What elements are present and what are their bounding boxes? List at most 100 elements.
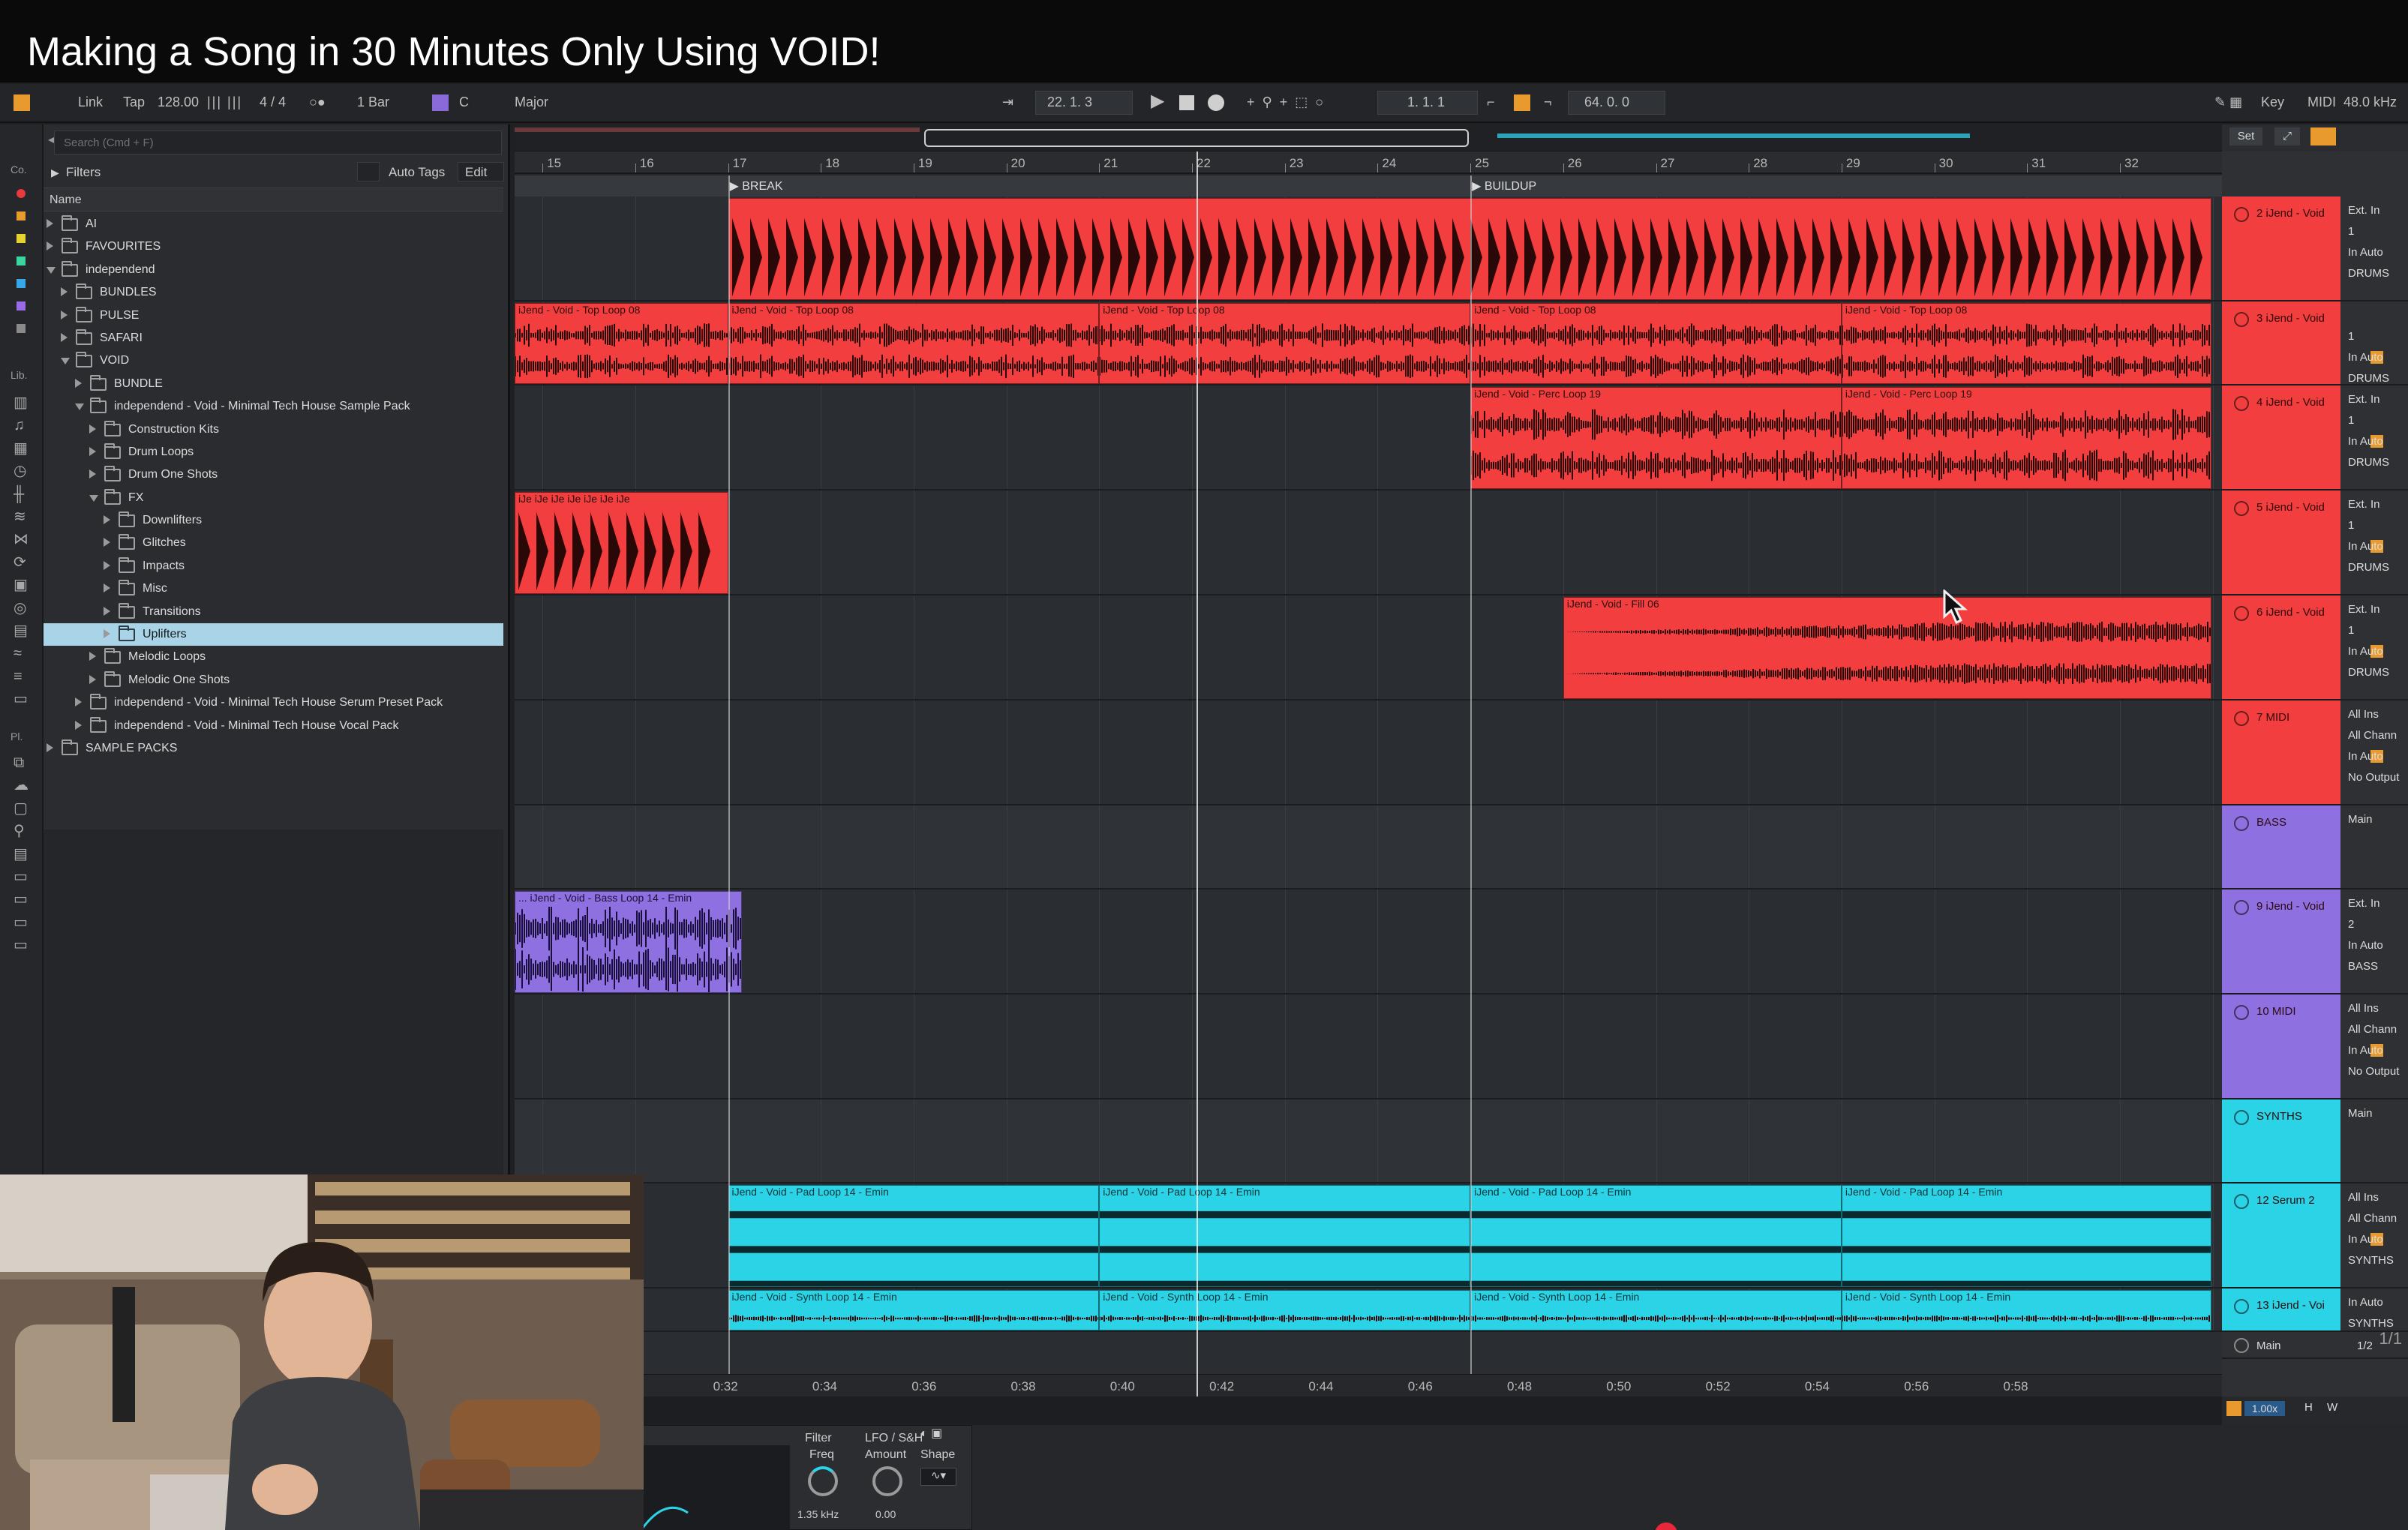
io-field[interactable]: In Auto [2348, 1233, 2383, 1246]
midi-map-button[interactable]: MIDI [2307, 94, 2336, 110]
key-map-button[interactable]: Key [2261, 94, 2284, 110]
collapsed-arrow-icon[interactable] [61, 310, 68, 320]
browser-item[interactable]: Downlifters [44, 509, 503, 532]
io-field[interactable]: DRUMS [2348, 372, 2389, 385]
set-button[interactable]: Set [2229, 128, 2262, 146]
metronome-toggle-icon[interactable]: ○● [309, 94, 326, 110]
locator-marker[interactable]: ▶ BREAK [730, 178, 783, 194]
io-field[interactable]: All Chann [2348, 1023, 2397, 1036]
io-field[interactable]: All Chann [2348, 729, 2397, 742]
collapsed-arrow-icon[interactable] [75, 378, 82, 388]
amount-knob[interactable] [872, 1466, 902, 1496]
browser-item[interactable]: SAFARI [44, 327, 503, 350]
track-lane[interactable] [515, 994, 2222, 1100]
group-fold-icon[interactable] [2234, 816, 2249, 831]
collection-red-icon[interactable] [17, 189, 26, 198]
browser-toggle-icon[interactable] [14, 94, 30, 111]
tempo-field[interactable]: 128.00 [158, 94, 199, 110]
track-fold-icon[interactable] [2234, 312, 2249, 327]
audio-clip[interactable]: iJe iJe iJe iJe iJe iJe iJe [515, 492, 728, 594]
collapsed-arrow-icon[interactable] [47, 742, 53, 752]
scale-mode-icon[interactable] [432, 94, 449, 111]
io-field[interactable]: BASS [2348, 960, 2378, 973]
track-name[interactable]: 5 iJend - Void [2256, 501, 2325, 514]
collapsed-arrow-icon[interactable] [61, 332, 68, 342]
collapsed-arrow-icon[interactable] [61, 287, 68, 297]
track-header[interactable]: 10 MIDI All Ins All Chann In Auto No Output [2222, 994, 2408, 1100]
expanded-arrow-icon[interactable] [47, 266, 56, 274]
io-field[interactable]: Ext. In [2348, 204, 2380, 217]
auto-tags-toggle[interactable] [357, 162, 380, 182]
collapsed-arrow-icon[interactable] [104, 560, 110, 570]
tap-button[interactable]: Tap [123, 94, 145, 110]
browser-item[interactable]: Transitions [44, 601, 503, 623]
collapsed-arrow-icon[interactable] [104, 538, 110, 548]
browser-item[interactable]: FAVOURITES [44, 236, 503, 258]
punch-in-icon[interactable]: ⌐ [1487, 94, 1495, 110]
collapsed-arrow-icon[interactable] [47, 219, 53, 228]
metronome-icon[interactable]: ||| ||| [207, 94, 242, 110]
stop-icon[interactable] [1179, 95, 1194, 110]
track-lane[interactable]: iJe iJe iJe iJe iJe iJe iJe [515, 490, 2222, 596]
device-header-icons[interactable]: ◐ ▣ [920, 1426, 968, 1442]
track-name[interactable]: 3 iJend - Void [2256, 312, 2325, 325]
io-field[interactable]: 1 [2348, 414, 2354, 427]
audio-clip[interactable]: iJend - Void - Pad Loop 14 - Emin [1470, 1185, 1842, 1287]
browser-item[interactable]: independend - Void - Minimal Tech House … [44, 692, 503, 714]
io-field[interactable]: SYNTHS [2348, 1317, 2394, 1330]
browser-item[interactable]: independend [44, 259, 503, 281]
io-field[interactable]: 1 [2348, 330, 2354, 343]
song-position[interactable]: 22. 1. 3 [1047, 94, 1092, 110]
track-lane[interactable] [515, 1100, 2222, 1184]
collection-purple-icon[interactable] [17, 302, 26, 310]
track-lane[interactable] [515, 196, 2222, 302]
track-name[interactable]: SYNTHS [2256, 1110, 2302, 1123]
io-field[interactable]: In Auto [2348, 540, 2383, 553]
collapsed-arrow-icon[interactable] [89, 424, 96, 434]
punch-out-icon[interactable]: ¬ [1544, 94, 1552, 110]
browser-item[interactable]: PULSE [44, 304, 503, 327]
library-category-icons[interactable]: ▥ ♫ ▦ ◷ ╫ ≋ ⋈ ⟳ ▣ ◎ ▤ ≈ ≡ ▭ [14, 392, 29, 711]
loop-length[interactable]: 64. 0. 0 [1584, 94, 1629, 110]
track-name[interactable]: 9 iJend - Void [2256, 900, 2325, 913]
audio-clip[interactable]: iJend - Void - Fill 06 [1563, 597, 2211, 699]
collection-blue-icon[interactable] [17, 279, 26, 288]
track-header[interactable]: SYNTHS Main [2222, 1100, 2408, 1184]
collapsed-arrow-icon[interactable] [104, 584, 110, 593]
audio-clip[interactable]: iJend - Void - Pad Loop 14 - Emin [728, 1185, 1100, 1287]
draw-mode-icon[interactable]: ✎ ▦ [2214, 94, 2242, 110]
track-header[interactable]: 5 iJend - Void Ext. In 1 In Auto DRUMS [2222, 490, 2408, 596]
io-field[interactable]: SYNTHS [2348, 1254, 2394, 1267]
io-field[interactable]: Ext. In [2348, 393, 2380, 406]
browser-item[interactable]: Melodic Loops [44, 646, 503, 668]
expanded-arrow-icon[interactable] [75, 404, 84, 411]
browser-item[interactable]: independend - Void - Minimal Tech House … [44, 715, 503, 737]
io-field[interactable]: All Ins [2348, 1002, 2379, 1015]
audio-clip[interactable]: iJend - Void - Top Loop 08 [728, 303, 1100, 384]
collapsed-arrow-icon[interactable] [47, 242, 53, 251]
key-select[interactable]: C [459, 94, 469, 110]
places-icons[interactable]: ⧉ ☁ ▢ ⚲ ▤ ▭ ▭ ▭ ▭ [14, 752, 29, 957]
filters-toggle-icon[interactable]: ▶ [51, 166, 59, 179]
io-field[interactable]: All Ins [2348, 708, 2379, 721]
track-name[interactable]: 4 iJend - Void [2256, 396, 2325, 409]
audio-clip[interactable]: iJend - Void - Top Loop 08 [1841, 303, 2211, 384]
track-header[interactable]: 6 iJend - Void Ext. In 1 In Auto DRUMS [2222, 596, 2408, 700]
time-signature[interactable]: 4 / 4 [260, 94, 286, 110]
browser-item[interactable]: Glitches [44, 532, 503, 554]
zoom-value[interactable]: 1.00x [2244, 1401, 2285, 1416]
collection-green-icon[interactable] [17, 256, 26, 266]
track-fold-icon[interactable] [2234, 207, 2249, 222]
track-name[interactable]: 13 iJend - Voi [2256, 1299, 2325, 1312]
io-field[interactable]: Ext. In [2348, 603, 2380, 616]
io-field[interactable]: In Auto [2348, 750, 2383, 763]
collapsed-arrow-icon[interactable] [89, 446, 96, 456]
time-ruler[interactable]: 0:280:300:320:340:360:380:400:420:440:46… [515, 1374, 2222, 1396]
browser-item[interactable]: Construction Kits [44, 418, 503, 441]
audio-clip[interactable]: iJend - Void - Synth Loop 14 - Emin [728, 1290, 1100, 1330]
expanded-arrow-icon[interactable] [89, 494, 98, 502]
zoom-icon[interactable] [2226, 1401, 2241, 1416]
track-lane[interactable]: ... iJend - Void - Bass Loop 14 - Emin [515, 890, 2222, 994]
browser-item[interactable]: SAMPLE PACKS [44, 737, 503, 760]
record-arm-icon[interactable] [2310, 128, 2336, 146]
